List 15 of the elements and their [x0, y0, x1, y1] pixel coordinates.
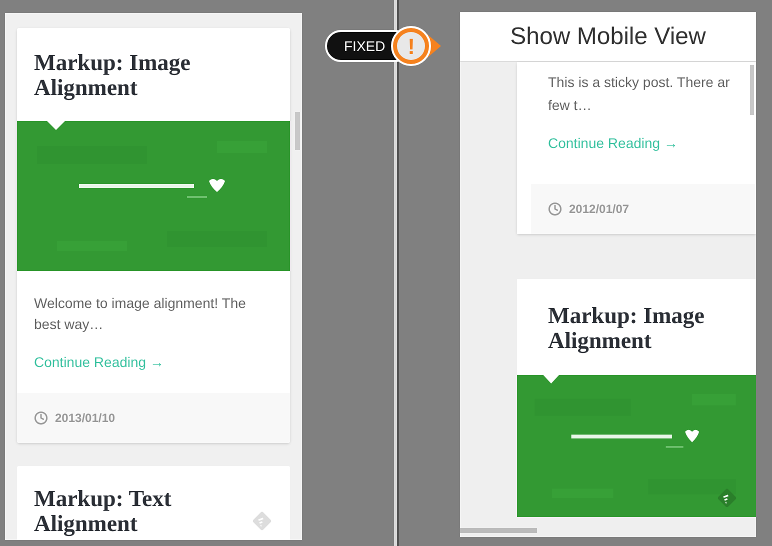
header-title: Show Mobile View	[510, 22, 706, 52]
clock-icon	[548, 202, 562, 216]
scrollbar-thumb[interactable]	[295, 112, 300, 150]
horizontal-scrollbar[interactable]	[460, 528, 537, 533]
post-excerpt: Welcome to image alignment! The best way…	[34, 294, 247, 334]
post-title[interactable]: Markup: Text Alignment	[34, 486, 224, 540]
post-title[interactable]: Markup: Image Alignment	[34, 50, 224, 100]
warning-icon: !	[391, 26, 432, 66]
post-date: 2013/01/10	[55, 410, 116, 427]
scrollbar-thumb[interactable]	[750, 65, 754, 115]
pointer-arrow	[427, 34, 442, 58]
post-excerpt: This is a sticky post. There ar few t…	[548, 73, 730, 115]
post-title[interactable]: Markup: Image Alignment	[548, 303, 738, 353]
clock-icon	[34, 411, 48, 425]
post-date: 2012/01/07	[569, 201, 630, 218]
